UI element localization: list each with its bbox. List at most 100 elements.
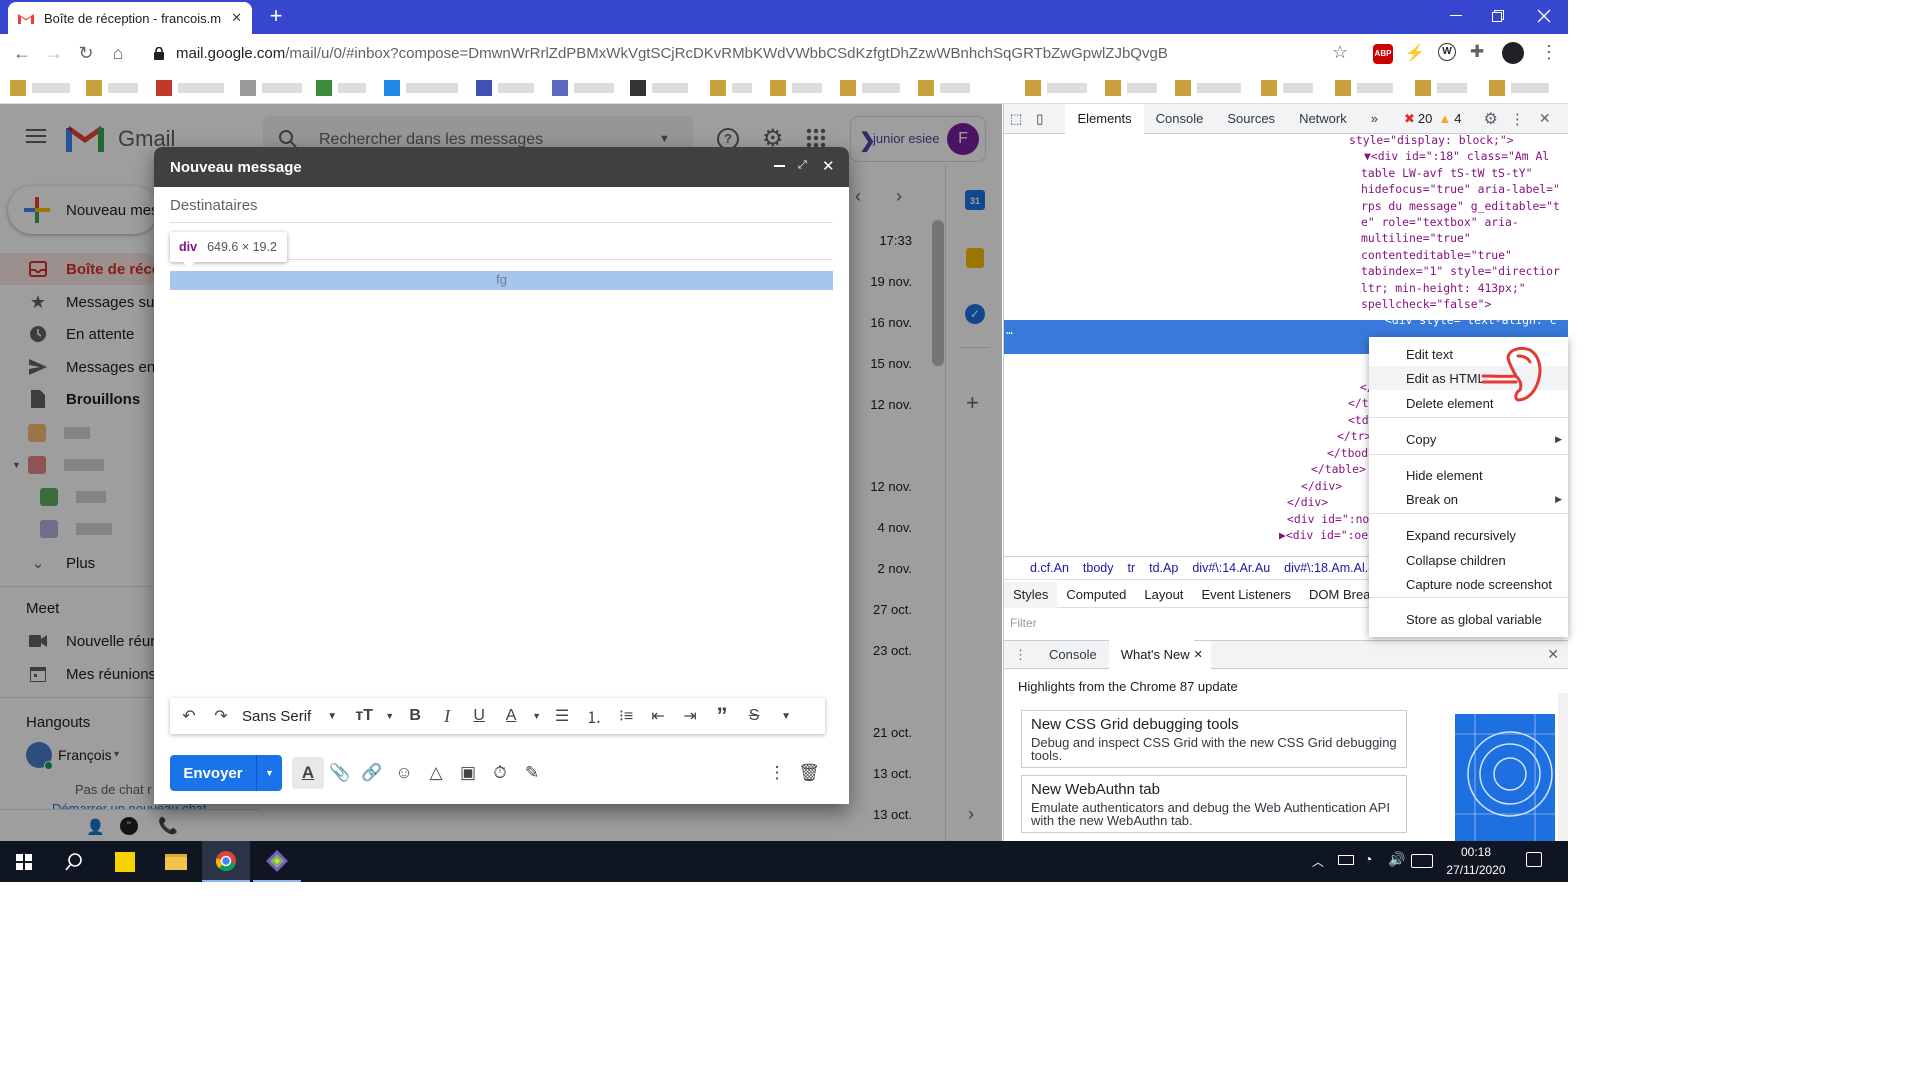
indent-more-icon[interactable]: ⇥ bbox=[679, 703, 701, 729]
dom-line[interactable]: </table> bbox=[1311, 461, 1366, 477]
numbered-list-icon[interactable]: ⒈ bbox=[583, 703, 605, 729]
tab-console[interactable]: Console bbox=[1144, 104, 1216, 134]
new-tab-button[interactable]: + bbox=[262, 4, 290, 30]
formatting-options-icon[interactable]: A bbox=[292, 757, 324, 789]
dom-line[interactable]: spellcheck="false"> bbox=[1361, 296, 1491, 312]
tab-network[interactable]: Network bbox=[1287, 104, 1359, 134]
dom-line[interactable]: e" role="textbox" aria- bbox=[1361, 214, 1519, 230]
more-options-icon[interactable]: ⋮ bbox=[761, 757, 793, 789]
volume-icon[interactable]: 🔊 bbox=[1388, 851, 1405, 868]
breadcrumb-item[interactable]: d.cf.An bbox=[1030, 561, 1069, 575]
dom-line[interactable]: hidefocus="true" aria-label=" bbox=[1361, 181, 1560, 197]
clock-date[interactable]: 27/11/2020 bbox=[1440, 863, 1512, 877]
styles-tab[interactable]: Layout bbox=[1135, 582, 1192, 608]
drawer-scrollbar[interactable] bbox=[1558, 693, 1568, 841]
breadcrumb-item[interactable]: td.Ap bbox=[1149, 561, 1178, 575]
devtools-settings-icon[interactable]: ⚙ bbox=[1483, 109, 1497, 129]
dom-line[interactable]: multiline="true" bbox=[1361, 230, 1471, 246]
close-compose-icon[interactable]: ✕ bbox=[822, 157, 835, 175]
dom-line[interactable]: tabindex="1" style="directior bbox=[1361, 263, 1560, 279]
tab-whats-new[interactable]: What's New bbox=[1108, 639, 1194, 670]
dom-line[interactable]: </div> bbox=[1301, 478, 1342, 494]
fullscreen-compose-icon[interactable]: ⤢ bbox=[798, 159, 807, 172]
close-devtools-icon[interactable]: ✕ bbox=[1539, 110, 1551, 127]
error-count[interactable]: 20 bbox=[1418, 111, 1432, 126]
dom-line[interactable]: <div id=":no bbox=[1287, 511, 1369, 527]
redo-icon[interactable]: ↷ bbox=[210, 703, 232, 729]
confidential-mode-icon[interactable]: ⏱ bbox=[484, 757, 516, 789]
battery-icon[interactable] bbox=[1338, 855, 1354, 865]
context-menu-item[interactable]: Hide element bbox=[1369, 463, 1568, 487]
close-drawer-icon[interactable]: ✕ bbox=[1547, 646, 1559, 663]
undo-icon[interactable]: ↶ bbox=[178, 703, 200, 729]
clock-time[interactable]: 00:18 bbox=[1440, 845, 1512, 859]
home-icon[interactable]: ⌂ bbox=[102, 37, 134, 69]
whats-new-card[interactable]: New CSS Grid debugging tools Debug and i… bbox=[1021, 710, 1407, 768]
align-icon[interactable]: ☰ bbox=[551, 703, 573, 729]
adblock-extension-icon[interactable]: ABP bbox=[1373, 44, 1393, 64]
color-dropdown-icon[interactable]: ▼ bbox=[532, 703, 541, 729]
breadcrumb-item[interactable]: div#\:18.Am.Al.ed bbox=[1284, 561, 1382, 575]
windows-start-icon[interactable] bbox=[0, 841, 48, 882]
more-tabs-icon[interactable]: » bbox=[1359, 104, 1390, 134]
discard-draft-icon[interactable]: 🗑 bbox=[793, 757, 825, 789]
file-explorer-icon[interactable] bbox=[152, 841, 200, 882]
node-ellipsis[interactable]: … bbox=[1006, 322, 1013, 338]
dom-line[interactable]: ▼<div id=":18" class="Am Al bbox=[1364, 148, 1549, 164]
close-window-button[interactable] bbox=[1521, 0, 1567, 32]
close-whats-new-icon[interactable]: ✕ bbox=[1193, 640, 1211, 669]
whats-new-card[interactable]: New WebAuthn tab Emulate authenticators … bbox=[1021, 775, 1407, 833]
text-color-icon[interactable]: A bbox=[500, 703, 522, 729]
emoji-icon[interactable]: ☺ bbox=[388, 757, 420, 789]
dom-line[interactable]: </t bbox=[1348, 395, 1369, 411]
schedule-send-dropdown[interactable]: ▼ bbox=[256, 755, 282, 791]
device-toolbar-icon[interactable]: ▯ bbox=[1028, 104, 1051, 134]
tab-elements[interactable]: Elements bbox=[1065, 104, 1144, 134]
styles-tab[interactable]: Styles bbox=[1004, 581, 1058, 608]
compose-header[interactable]: Nouveau message bbox=[154, 147, 849, 187]
extension-w-icon[interactable]: W bbox=[1438, 43, 1456, 61]
context-menu-item[interactable]: Break on ▶ bbox=[1369, 487, 1568, 511]
font-dropdown-icon[interactable]: ▼ bbox=[321, 703, 343, 729]
browser-tab[interactable]: Boîte de réception - francois.meu ✕ bbox=[8, 2, 252, 34]
restore-window-button[interactable] bbox=[1475, 0, 1521, 32]
warning-count[interactable]: 4 bbox=[1454, 111, 1461, 126]
text-size-icon[interactable]: ᴛT bbox=[353, 703, 375, 729]
styles-tab[interactable]: Computed bbox=[1057, 582, 1135, 608]
close-tab-icon[interactable]: ✕ bbox=[231, 10, 242, 26]
extension-flame-icon[interactable]: ⚡ bbox=[1405, 43, 1425, 63]
underline-icon[interactable]: U bbox=[468, 703, 490, 729]
dom-line[interactable]: ltr; min-height: 413px;" bbox=[1361, 280, 1526, 296]
bold-icon[interactable]: B bbox=[404, 703, 426, 729]
chrome-taskbar-icon[interactable] bbox=[202, 841, 250, 882]
quote-icon[interactable]: ” bbox=[711, 703, 733, 729]
taskbar-search-icon[interactable] bbox=[50, 841, 98, 882]
insert-photo-icon[interactable]: ▣ bbox=[452, 757, 484, 789]
breadcrumb-item[interactable]: tr bbox=[1128, 561, 1136, 575]
address-bar[interactable]: mail.google.com/mail/u/0/#inbox?compose=… bbox=[140, 40, 1360, 66]
extensions-puzzle-icon[interactable]: ✚ bbox=[1470, 42, 1484, 62]
dom-line[interactable]: </tbody bbox=[1327, 445, 1375, 461]
context-menu-item[interactable]: Capture node screenshot bbox=[1369, 572, 1568, 596]
dom-line[interactable]: table LW-avf tS-tW tS-tY" bbox=[1361, 165, 1532, 181]
profile-avatar-icon[interactable] bbox=[1502, 42, 1524, 64]
dom-line[interactable]: </tr> bbox=[1337, 428, 1371, 444]
indent-less-icon[interactable]: ⇤ bbox=[647, 703, 669, 729]
bookmark-star-icon[interactable]: ☆ bbox=[1332, 42, 1348, 63]
devtools-menu-icon[interactable]: ⋮ bbox=[1510, 110, 1525, 128]
reload-icon[interactable]: ↻ bbox=[70, 37, 102, 69]
tab-sources[interactable]: Sources bbox=[1215, 104, 1287, 134]
dom-line[interactable]: ▶<div id=":oe' bbox=[1279, 527, 1375, 542]
sticky-notes-icon[interactable] bbox=[101, 841, 149, 882]
breadcrumb-item[interactable]: tbody bbox=[1083, 561, 1114, 575]
inspect-element-icon[interactable]: ⬚ bbox=[1004, 104, 1028, 134]
message-body[interactable]: fg bbox=[170, 272, 833, 287]
dom-line[interactable]: rps du message" g_editable="t bbox=[1361, 198, 1560, 214]
recipients-field[interactable]: Destinataires bbox=[170, 197, 258, 214]
drawer-menu-icon[interactable]: ⋮ bbox=[1004, 647, 1037, 663]
minimize-window-button[interactable] bbox=[1433, 0, 1479, 32]
signature-icon[interactable]: ✎ bbox=[516, 757, 548, 789]
dom-line[interactable]: <div style="text-align: c bbox=[1385, 312, 1556, 328]
forward-arrow-icon[interactable]: → bbox=[38, 37, 70, 69]
size-dropdown-icon[interactable]: ▼ bbox=[385, 703, 394, 729]
